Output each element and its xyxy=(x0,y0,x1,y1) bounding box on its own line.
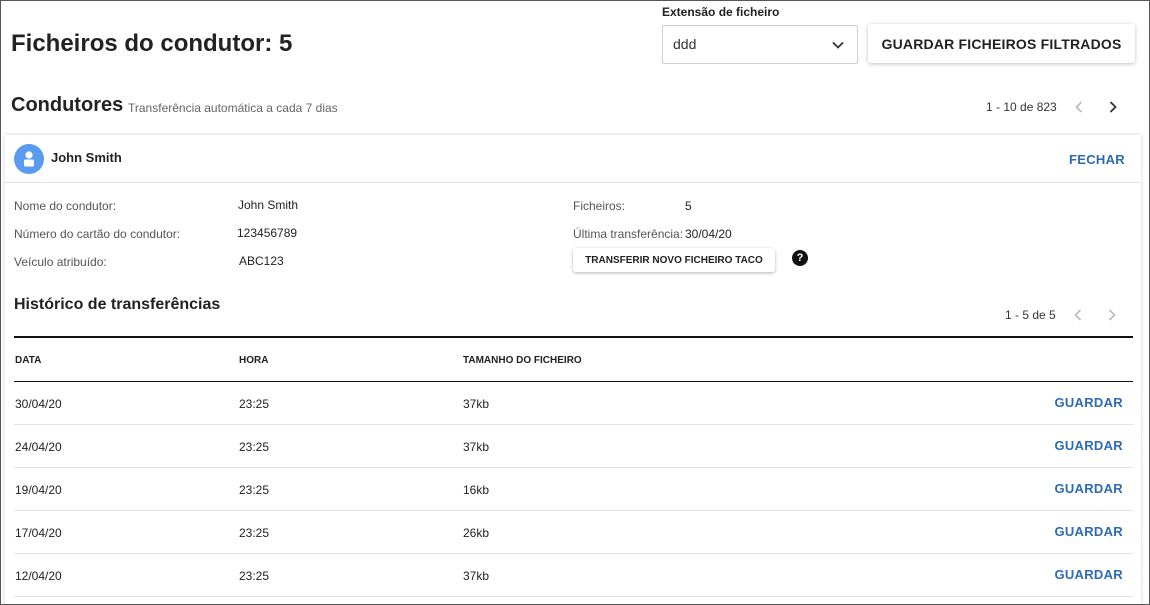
row-size: 37kb xyxy=(463,569,490,583)
vehicle-value: ABC123 xyxy=(239,254,284,268)
transfer-new-tacho-file-button[interactable]: TRANSFERIR NOVO FICHEIRO TACO xyxy=(573,248,775,272)
row-date: 17/04/20 xyxy=(15,526,62,540)
last-transfer-label: Última transferência: xyxy=(573,227,684,241)
row-time: 23:25 xyxy=(239,569,270,583)
driver-name: John Smith xyxy=(51,150,122,165)
file-extension-select[interactable]: ddd xyxy=(662,25,858,64)
row-size: 37kb xyxy=(463,440,490,454)
app-frame: Ficheiros do condutor: 5 Extensão de fic… xyxy=(0,0,1150,605)
help-icon[interactable]: ? xyxy=(792,250,808,266)
row-date: 19/04/20 xyxy=(15,483,62,497)
files-value: 5 xyxy=(685,199,692,213)
page-title: Ficheiros do condutor: 5 xyxy=(11,30,293,57)
column-header-time: HORA xyxy=(239,355,269,366)
row-time: 23:25 xyxy=(239,483,270,497)
table-header: DATA HORA TAMANHO DO FICHEIRO xyxy=(14,336,1133,382)
drivers-pagination-range: 1 - 10 de 823 xyxy=(986,100,1057,114)
save-filtered-files-button[interactable]: GUARDAR FICHEIROS FILTRADOS xyxy=(868,24,1135,63)
table-row: 24/04/20 23:25 37kb GUARDAR xyxy=(14,425,1133,468)
table-row: 30/04/20 23:25 37kb GUARDAR xyxy=(14,382,1133,425)
card-number-label: Número do cartão do condutor: xyxy=(14,227,181,241)
driver-card-header[interactable]: John Smith FECHAR xyxy=(5,135,1141,183)
driver-name-label: Nome do condutor: xyxy=(14,199,117,213)
drivers-section-subtitle: Transferência automática a cada 7 dias xyxy=(128,101,338,115)
drivers-prev-page-button[interactable] xyxy=(1067,95,1091,119)
drivers-section-title: Condutores xyxy=(11,94,124,116)
row-save-button[interactable]: GUARDAR xyxy=(1054,438,1123,453)
history-pagination: 1 - 5 de 5 xyxy=(1005,303,1124,327)
last-transfer-value: 30/04/20 xyxy=(685,227,732,241)
vehicle-label: Veículo atribuído: xyxy=(14,255,107,269)
drivers-pagination: 1 - 10 de 823 xyxy=(986,95,1125,119)
row-time: 23:25 xyxy=(239,526,270,540)
transfer-history-table: DATA HORA TAMANHO DO FICHEIRO 30/04/20 2… xyxy=(14,336,1133,597)
row-date: 30/04/20 xyxy=(15,397,62,411)
chevron-left-icon xyxy=(1073,309,1081,321)
column-header-date: DATA xyxy=(15,355,42,366)
row-date: 24/04/20 xyxy=(15,440,62,454)
file-extension-label: Extensão de ficheiro xyxy=(662,5,780,19)
column-header-file-size: TAMANHO DO FICHEIRO xyxy=(463,355,582,366)
history-prev-page-button[interactable] xyxy=(1066,303,1090,327)
driver-card: John Smith FECHAR Nome do condutor: John… xyxy=(5,135,1141,604)
history-next-page-button[interactable] xyxy=(1100,303,1124,327)
row-save-button[interactable]: GUARDAR xyxy=(1054,481,1123,496)
row-size: 26kb xyxy=(463,526,490,540)
row-time: 23:25 xyxy=(239,440,270,454)
history-pagination-range: 1 - 5 de 5 xyxy=(1005,308,1056,322)
avatar xyxy=(14,144,44,174)
chevron-left-icon xyxy=(1074,101,1082,113)
table-row: 19/04/20 23:25 16kb GUARDAR xyxy=(14,468,1133,511)
chevron-right-icon xyxy=(1108,309,1116,321)
chevron-down-icon xyxy=(832,41,844,49)
table-row: 17/04/20 23:25 26kb GUARDAR xyxy=(14,511,1133,554)
row-save-button[interactable]: GUARDAR xyxy=(1054,395,1123,410)
file-extension-value: ddd xyxy=(673,36,697,52)
row-size: 16kb xyxy=(463,483,490,497)
row-date: 12/04/20 xyxy=(15,569,62,583)
drivers-next-page-button[interactable] xyxy=(1101,95,1125,119)
table-row: 12/04/20 23:25 37kb GUARDAR xyxy=(14,554,1133,597)
close-button[interactable]: FECHAR xyxy=(1069,152,1125,167)
row-save-button[interactable]: GUARDAR xyxy=(1054,524,1123,539)
files-label: Ficheiros: xyxy=(573,199,626,213)
transfer-history-title: Histórico de transferências xyxy=(14,296,221,313)
row-size: 37kb xyxy=(463,397,490,411)
row-time: 23:25 xyxy=(239,397,270,411)
chevron-right-icon xyxy=(1109,101,1117,113)
card-number-value: 123456789 xyxy=(237,226,298,240)
row-save-button[interactable]: GUARDAR xyxy=(1054,567,1123,582)
driver-name-value: John Smith xyxy=(238,198,299,212)
person-icon xyxy=(24,151,34,167)
